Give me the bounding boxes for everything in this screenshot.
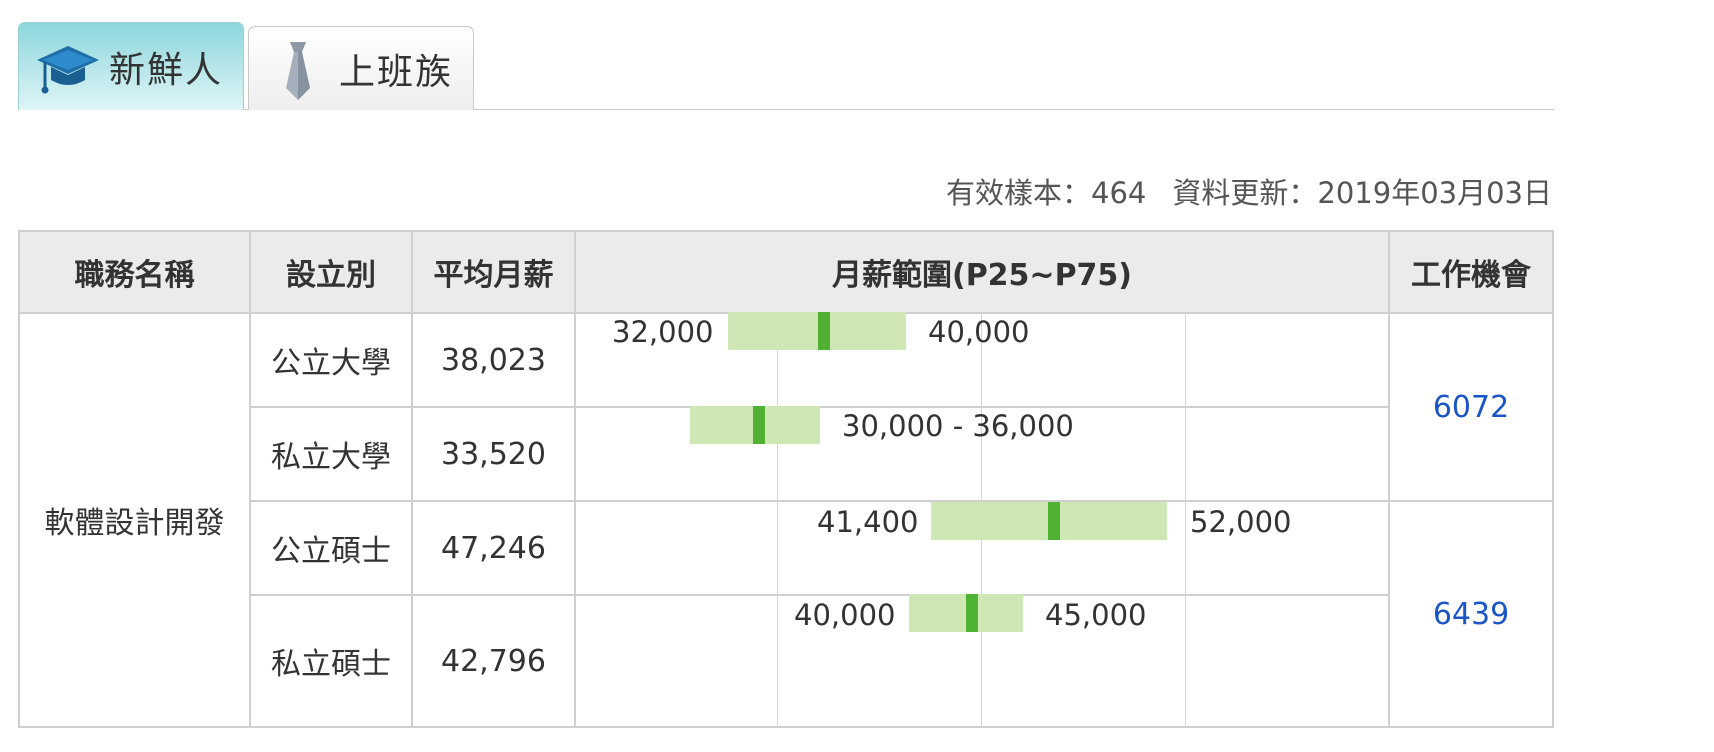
average-salary-cell: 38,023 xyxy=(441,342,546,378)
p75-label: 40,000 xyxy=(928,315,1030,349)
job-openings-cell: 6439 xyxy=(1390,502,1552,726)
header-average-salary: 平均月薪 xyxy=(413,232,574,312)
school-type-cell: 私立大學 xyxy=(271,440,391,475)
average-marker xyxy=(818,312,830,350)
p75-label: 52,000 xyxy=(1190,505,1292,539)
job-title-cell: 軟體設計開發 xyxy=(44,506,225,541)
range-label: 30,000 - 36,000 xyxy=(842,409,1074,443)
p25-label: 40,000 xyxy=(794,598,896,632)
tab-office-label: 上班族 xyxy=(339,51,454,93)
sample-info: 有效樣本：464 資料更新：2019年03月03日 xyxy=(946,170,1552,212)
average-marker xyxy=(1048,502,1060,540)
average-salary-cell: 47,246 xyxy=(441,530,546,566)
tab-fresh-label: 新鮮人 xyxy=(109,49,224,91)
average-salary-cell: 33,520 xyxy=(441,436,546,472)
p25-label: 32,000 xyxy=(612,315,714,349)
header-job-title: 職務名稱 xyxy=(20,232,249,312)
necktie-icon xyxy=(263,34,333,104)
job-openings-link[interactable]: 6439 xyxy=(1433,597,1509,632)
job-openings-cell: 6072 xyxy=(1390,314,1552,500)
average-marker xyxy=(966,594,978,632)
school-type-cell: 私立碩士 xyxy=(271,647,391,682)
header-salary-range: 月薪範圍(P25~P75) xyxy=(576,232,1388,312)
p75-label: 45,000 xyxy=(1045,598,1147,632)
graduation-cap-icon xyxy=(33,32,103,102)
header-job-openings: 工作機會 xyxy=(1390,232,1552,312)
range-gridline xyxy=(777,314,778,726)
header-school-type: 設立別 xyxy=(251,232,411,312)
tab-office-worker[interactable]: 上班族 xyxy=(248,26,474,110)
school-type-cell: 公立大學 xyxy=(271,346,391,381)
average-salary-cell: 42,796 xyxy=(441,643,546,679)
range-gridline xyxy=(1185,314,1186,726)
average-marker xyxy=(753,406,765,444)
tab-fresh-graduate[interactable]: 新鮮人 xyxy=(18,22,244,110)
sample-count: 有效樣本：464 xyxy=(946,176,1147,210)
p25-label: 41,400 xyxy=(817,505,919,539)
tab-bar: 新鮮人 上班族 xyxy=(18,22,1554,110)
job-openings-link[interactable]: 6072 xyxy=(1433,390,1509,425)
salary-table: 職務名稱 設立別 平均月薪 月薪範圍(P25~P75) 工作機會 軟體設計開發 … xyxy=(18,230,1554,728)
school-type-cell: 公立碩士 xyxy=(271,534,391,569)
col-divider xyxy=(574,232,576,726)
salary-range-bar xyxy=(728,312,906,350)
update-date: 資料更新：2019年03月03日 xyxy=(1172,176,1552,210)
